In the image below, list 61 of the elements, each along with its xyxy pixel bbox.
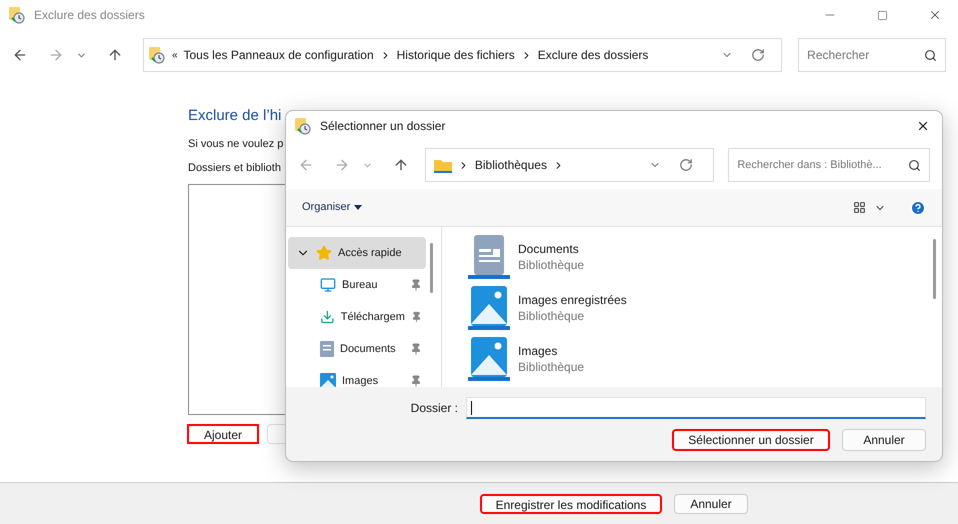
item-type: Bibliothèque xyxy=(518,358,584,374)
search-icon xyxy=(924,48,938,62)
folder-label: Dossier : xyxy=(410,400,458,417)
search-field[interactable]: Rechercher xyxy=(798,38,946,72)
window-title: Exclure des dossiers xyxy=(34,7,146,24)
history-folder-icon xyxy=(294,117,312,135)
breadcrumb[interactable]: Exclure des dossiers xyxy=(538,46,648,64)
item-name: Images enregistrées xyxy=(518,292,627,308)
item-name: Images xyxy=(518,342,558,358)
library-item[interactable]: Documents Bibliothèque xyxy=(468,231,927,282)
image-library-icon xyxy=(468,286,510,330)
maximize-icon[interactable] xyxy=(877,10,888,20)
close-icon[interactable] xyxy=(916,119,930,133)
up-arrow-icon[interactable] xyxy=(392,157,409,173)
item-type: Bibliothèque xyxy=(518,256,584,272)
document-icon xyxy=(320,341,334,357)
dialog-button[interactable]: Sélectionner un dossier xyxy=(672,429,830,451)
history-folder-icon xyxy=(148,46,166,64)
view-options-icon[interactable] xyxy=(853,201,866,214)
nav-item[interactable]: Accès rapide xyxy=(288,237,426,269)
scrollbar[interactable] xyxy=(430,243,433,293)
image-library-icon xyxy=(468,336,510,380)
forward-arrow-icon[interactable] xyxy=(48,47,64,63)
footer-button[interactable]: Annuler xyxy=(674,494,748,514)
nav-item[interactable]: Téléchargem xyxy=(288,301,426,333)
folder-input[interactable] xyxy=(466,397,926,419)
dialog-title: Sélectionner un dossier xyxy=(320,118,446,135)
overflow-chevron[interactable]: « xyxy=(172,48,178,62)
item-type: Bibliothèque xyxy=(518,308,586,324)
item-name: Documents xyxy=(518,240,580,256)
refresh-icon[interactable] xyxy=(679,158,694,172)
folder-icon xyxy=(434,158,452,172)
breadcrumb[interactable]: Historique des fichiers xyxy=(396,46,515,64)
dialog-button[interactable]: Annuler xyxy=(842,429,926,451)
document-library-icon xyxy=(468,234,510,278)
organize-menu-button[interactable]: Organiser xyxy=(302,199,362,216)
address-bar[interactable]: « Tous les Panneaux de configuration Historique des fichiers Exclure des dossiers xyxy=(142,38,782,72)
refresh-icon[interactable] xyxy=(751,48,766,62)
library-item[interactable]: Images enregistrées Bibliothèque xyxy=(468,282,927,333)
breadcrumb[interactable]: Bibliothèques xyxy=(474,156,547,174)
page-heading: Exclure de l’hi xyxy=(188,106,282,126)
back-arrow-icon[interactable] xyxy=(12,47,28,63)
star-icon xyxy=(316,245,332,261)
download-icon xyxy=(320,309,335,325)
breadcrumb[interactable]: Tous les Panneaux de configuration xyxy=(184,46,374,64)
list-label: Dossiers et biblioth xyxy=(188,161,281,176)
desktop-icon xyxy=(320,277,336,293)
scrollbar[interactable] xyxy=(933,239,936,299)
nav-item[interactable]: Documents xyxy=(288,333,426,365)
footer-button[interactable]: Enregistrer les modifications xyxy=(480,494,662,514)
nav-item[interactable]: Images xyxy=(288,365,426,387)
address-bar[interactable]: Bibliothèques xyxy=(424,148,714,182)
add-button[interactable]: Ajouter xyxy=(187,424,259,444)
search-field[interactable]: Rechercher dans : Bibliothè... xyxy=(728,148,930,182)
history-folder-icon xyxy=(8,6,26,24)
nav-item[interactable]: Bureau xyxy=(288,269,426,301)
search-icon xyxy=(908,158,921,172)
dropdown-triangle-icon xyxy=(354,205,362,210)
intro-text: Si vous ne voulez p xyxy=(188,136,284,152)
library-item[interactable]: Images Bibliothèque xyxy=(468,333,927,384)
help-icon[interactable] xyxy=(910,200,926,216)
